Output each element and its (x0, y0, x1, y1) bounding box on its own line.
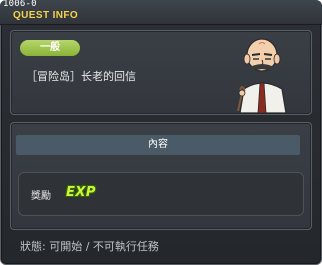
content-section-header: 內容 (16, 135, 300, 155)
elder-npc-icon (237, 38, 287, 113)
reward-box (18, 172, 304, 216)
quest-name: ［冒险岛］长老的回信 (26, 70, 136, 83)
category-badge: 一般 (20, 40, 80, 56)
window-id: 1006-0 (3, 0, 37, 9)
window-title: QUEST INFO (13, 10, 79, 21)
reward-label: 獎勵 (31, 191, 51, 202)
exp-reward-icon: EXP (66, 185, 96, 200)
title-bar[interactable]: 1006-0 QUEST INFO (0, 0, 322, 25)
quest-status: 狀態: 可開始 / 不可執行任務 (20, 240, 159, 253)
